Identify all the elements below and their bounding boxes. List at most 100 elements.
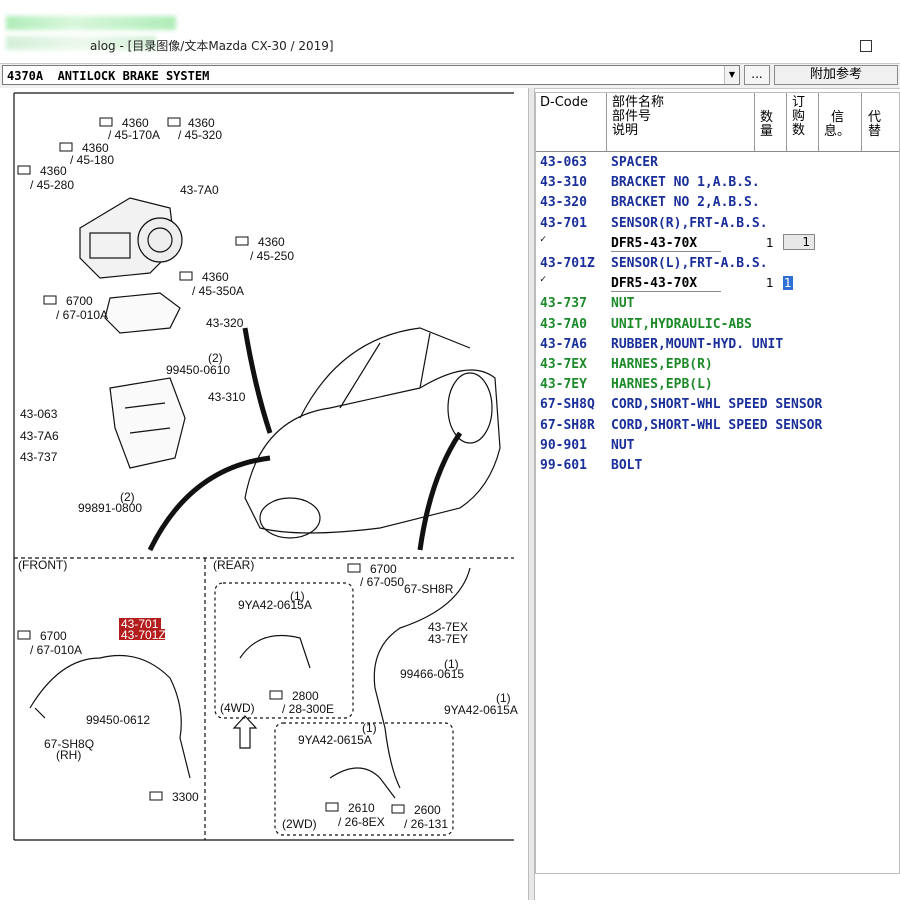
reference-icon [167, 117, 181, 127]
callout-43-7a0[interactable]: 43-7A0 [180, 183, 219, 197]
pane-splitter[interactable] [528, 88, 535, 900]
callout-2610[interactable]: 2610 [348, 801, 375, 815]
callout-43-310[interactable]: 43-310 [208, 390, 246, 404]
checkbox-checked-icon[interactable]: ✓ [540, 234, 546, 245]
row-part-name: BRACKET NO 2,A.B.S. [611, 195, 760, 211]
callout-9ya42-0615a-c[interactable]: 9YA42-0615A [298, 733, 372, 747]
header-divider [754, 93, 755, 151]
part-number-underline [611, 291, 721, 293]
parts-diagram: (FRONT) (REAR) (4WD) (2WD) 4360 / 45-170… [0, 88, 528, 900]
table-row[interactable]: 43-310 BRACKET NO 1,A.B.S. [536, 173, 899, 193]
row-dcode[interactable]: 43-310 [540, 175, 587, 190]
order-qty-input[interactable]: 1 [783, 233, 815, 250]
callout-4360-f[interactable]: 4360 [202, 270, 229, 284]
reference-icon [99, 117, 113, 127]
table-row[interactable]: 43-7A0 UNIT,HYDRAULIC-ABS [536, 315, 899, 335]
table-row[interactable]: 43-701Z SENSOR(L),FRT-A.B.S. [536, 254, 899, 274]
table-subrow[interactable]: ✓ DFR5-43-70X 1 1 [536, 233, 899, 254]
callout-43-7ey[interactable]: 43-7EY [428, 632, 468, 646]
additional-reference-button[interactable]: 附加参考 [774, 65, 898, 85]
row-dcode[interactable]: 43-7EX [540, 357, 587, 372]
order-qty-input[interactable]: 1 [783, 276, 793, 291]
header-alt-2: 替 [868, 124, 882, 139]
row-dcode[interactable]: 43-701Z [540, 256, 595, 271]
table-row[interactable]: 43-7A6 RUBBER,MOUNT-HYD. UNIT [536, 335, 899, 355]
header-divider [861, 93, 862, 151]
callout-3300[interactable]: 3300 [172, 790, 199, 804]
callout-99891-0800[interactable]: 99891-0800 [78, 501, 142, 515]
header-order-1[interactable]: 订 [792, 96, 805, 110]
callout-45-320: / 45-320 [178, 128, 222, 142]
row-part-name: BOLT [611, 458, 643, 473]
table-row[interactable]: 43-063 SPACER [536, 153, 899, 173]
callout-43-063[interactable]: 43-063 [20, 407, 58, 421]
row-dcode[interactable]: 43-7A0 [540, 317, 587, 332]
row-dcode[interactable]: 67-SH8Q [540, 397, 595, 412]
header-name[interactable]: 部件名称 [612, 96, 664, 110]
app-logo [6, 16, 176, 30]
row-dcode[interactable]: 43-701 [540, 216, 587, 231]
row-dcode[interactable]: 99-601 [540, 458, 587, 473]
reference-icon [347, 563, 361, 573]
callout-6700-a[interactable]: 6700 [66, 294, 93, 308]
table-subrow[interactable]: ✓ DFR5-43-70X 1 1 [536, 274, 899, 294]
callout-9ya42-0615a-b[interactable]: 9YA42-0615A [444, 703, 518, 717]
header-dcode[interactable]: D-Code [540, 96, 588, 110]
reference-icon [391, 804, 405, 814]
table-row[interactable]: 43-7EX HARNES,EPB(R) [536, 355, 899, 375]
table-row[interactable]: 67-SH8Q CORD,SHORT-WHL SPEED SENSOR [536, 395, 899, 415]
row-part-name: SENSOR(L),FRT-A.B.S. [611, 256, 768, 271]
row-dcode[interactable]: 67-SH8R [540, 418, 595, 433]
callout-2600[interactable]: 2600 [414, 803, 441, 817]
callout-67-sh8r[interactable]: 67-SH8R [404, 582, 454, 596]
reference-icon [43, 295, 57, 305]
order-qty-selected[interactable]: 1 [783, 276, 793, 291]
row-dcode[interactable]: 43-7A6 [540, 337, 587, 352]
table-row[interactable]: 90-901 NUT [536, 436, 899, 456]
callout-45-250: / 45-250 [250, 249, 294, 263]
table-row[interactable]: 43-320 BRACKET NO 2,A.B.S. [536, 193, 899, 213]
table-row[interactable]: 99-601 BOLT [536, 456, 899, 476]
callout-45-350a: / 45-350A [192, 284, 244, 298]
callout-43-7a6[interactable]: 43-7A6 [20, 429, 59, 443]
dropdown-arrow-icon[interactable]: ▼ [724, 66, 739, 84]
callout-67-010a-b: / 67-010A [30, 643, 82, 657]
table-row[interactable]: 43-7EY HARNES,EPB(L) [536, 375, 899, 395]
row-dcode[interactable]: 43-7EY [540, 377, 587, 392]
callout-43-320[interactable]: 43-320 [206, 316, 244, 330]
header-divider [786, 93, 787, 151]
header-divider [818, 93, 819, 151]
header-info-2: 息。 [824, 124, 851, 139]
section-select[interactable]: 4370A ANTILOCK BRAKE SYSTEM ▼ [2, 65, 740, 85]
callout-4360-e[interactable]: 4360 [258, 235, 285, 249]
callout-43-701z[interactable]: 43-701Z [121, 628, 166, 642]
row-part-name: SPACER [611, 155, 658, 170]
quantity-value: 1 [766, 276, 774, 291]
row-dcode[interactable]: 43-063 [540, 155, 587, 170]
callout-2800[interactable]: 2800 [292, 689, 319, 703]
maximize-icon[interactable] [860, 40, 872, 52]
callout-4360-d[interactable]: 4360 [40, 164, 67, 178]
header-alt-1[interactable]: 代 [868, 111, 881, 125]
table-row[interactable]: 43-737 NUT [536, 294, 899, 314]
row-dcode[interactable]: 43-737 [540, 296, 587, 311]
row-dcode[interactable]: 90-901 [540, 438, 587, 453]
row-dcode[interactable]: 43-320 [540, 195, 587, 210]
callout-6700-b[interactable]: 6700 [40, 629, 67, 643]
table-row[interactable]: 43-701 SENSOR(R),FRT-A.B.S. [536, 214, 899, 234]
callout-6700-c[interactable]: 6700 [370, 562, 397, 576]
browse-button[interactable]: ... [744, 65, 770, 85]
callout-43-737[interactable]: 43-737 [20, 450, 58, 464]
header-divider [606, 93, 607, 151]
callout-45-280: / 45-280 [30, 178, 74, 192]
reference-icon [325, 802, 339, 812]
callout-99450-0610[interactable]: 99450-0610 [166, 363, 230, 377]
checkbox-checked-icon[interactable]: ✓ [540, 274, 546, 285]
header-info-1[interactable]: 信 [831, 111, 844, 125]
callout-9ya42-0615a-a[interactable]: 9YA42-0615A [238, 598, 312, 612]
reference-icon [59, 142, 73, 152]
callout-99450-0612[interactable]: 99450-0612 [86, 713, 150, 727]
header-qty-1[interactable]: 数 [760, 111, 773, 125]
table-row[interactable]: 67-SH8R CORD,SHORT-WHL SPEED SENSOR [536, 416, 899, 436]
callout-99466-0615[interactable]: 99466-0615 [400, 667, 464, 681]
